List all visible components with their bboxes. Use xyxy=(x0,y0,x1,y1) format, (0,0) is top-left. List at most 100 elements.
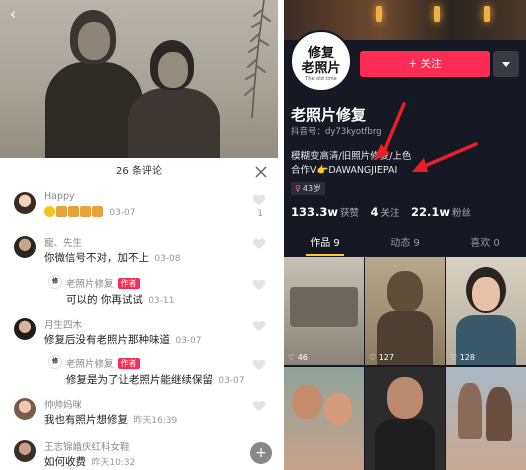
age-label: 43岁 xyxy=(302,184,322,193)
comment-body: 修复后没有老照片那种味道 xyxy=(44,334,170,346)
video-thumbnail[interactable] xyxy=(365,367,445,470)
avatar[interactable] xyxy=(14,398,36,420)
avatar[interactable] xyxy=(14,440,36,462)
reply-item: 修 老照片修复 作者 可以的 你再试试 03-11 xyxy=(0,274,278,308)
logo-text-line2: 老照片 xyxy=(301,61,341,76)
heart-icon[interactable] xyxy=(252,358,266,371)
video-thumbnail[interactable]: ♡ 127 xyxy=(365,257,445,365)
more-options-button[interactable] xyxy=(493,51,519,77)
photo-man-face xyxy=(78,22,110,60)
comment-time: 03-07 xyxy=(175,336,202,346)
comment-time: 03-07 xyxy=(109,208,136,218)
close-icon[interactable] xyxy=(254,165,268,179)
commenter-name[interactable]: 王志锦婚庆红科女鞋 xyxy=(44,439,130,453)
thumbnail-like-count: 46 xyxy=(297,353,308,362)
bio-line-2: 合作V👉DAWANGJIEPAI xyxy=(291,165,398,176)
comment-text: 修复是为了让老照片能继续保留 03-07 xyxy=(66,372,245,387)
thumbnail-content xyxy=(324,393,352,425)
comment-text: 修复后没有老照片那种味道 03-07 xyxy=(44,332,202,347)
comment-time: 03-08 xyxy=(154,254,181,264)
comment-time: 03-11 xyxy=(148,296,175,306)
video-thumbnail[interactable] xyxy=(446,367,526,470)
thumbnail-content xyxy=(472,277,500,311)
likes-label: 获赞 xyxy=(340,208,360,219)
photo-woman-face xyxy=(158,52,188,88)
commenter-name[interactable]: 寵、先生 xyxy=(44,235,82,249)
commenter-name[interactable]: Happy xyxy=(44,191,75,202)
profile-bio: 模糊变高清/旧照片修复/上色 合作V👉DAWANGJIEPAI xyxy=(291,150,411,178)
tab-works[interactable]: 作品 9 xyxy=(285,234,365,254)
commenter-name[interactable]: 帅帅妈咪 xyxy=(44,397,82,411)
avatar[interactable] xyxy=(14,236,36,258)
thumbnail-likes: ♡ 128 xyxy=(450,353,475,362)
zoom-in-icon[interactable]: + xyxy=(250,442,272,464)
heart-icon[interactable] xyxy=(252,399,266,412)
comments-count-title: 26 条评论 xyxy=(0,158,278,186)
comment-item: 帅帅妈咪 我也有照片想修复 昨天16:39 xyxy=(0,396,278,430)
comments-panel: ‹ 26 条评论 Happy 03-07 1 寵、先生 你微信号不对，加不上 0… xyxy=(0,0,278,470)
author-badge: 作者 xyxy=(117,278,140,289)
tab-activity[interactable]: 动态 9 xyxy=(365,234,445,254)
comment-item: 寵、先生 你微信号不对，加不上 03-08 xyxy=(0,234,278,268)
smile-emoji-icon xyxy=(44,206,55,217)
comments-count-label: 26 条评论 xyxy=(116,166,162,177)
reply-item: 修 老照片修复 作者 修复是为了让老照片能继续保留 03-07 xyxy=(0,354,278,388)
comment-text: 03-07 xyxy=(44,206,136,218)
avatar[interactable]: 修 xyxy=(48,355,62,369)
reply-author-name[interactable]: 老照片修复 xyxy=(66,279,114,290)
avatar[interactable] xyxy=(14,318,36,340)
follow-button[interactable]: + 关注 xyxy=(360,51,490,77)
profile-stats: 133.3w 获赞 4 关注 22.1w 粉丝 xyxy=(291,205,479,219)
fans-count[interactable]: 22.1w xyxy=(411,205,450,219)
video-thumbnail[interactable]: ♡ 128 xyxy=(446,257,526,365)
comment-text: 如何收费 昨天10:32 xyxy=(44,454,135,469)
heart-icon[interactable] xyxy=(252,193,266,206)
fans-label: 粉丝 xyxy=(452,208,472,219)
thumbnail-like-count: 128 xyxy=(459,353,475,362)
reply-author[interactable]: 老照片修复 作者 xyxy=(66,356,140,370)
thumbs-up-emoji-icon xyxy=(68,206,79,217)
logo-text-line3: The old time xyxy=(305,76,337,82)
comment-body: 你微信号不对，加不上 xyxy=(44,252,149,264)
gender-age-tag: ♀ 43岁 xyxy=(291,182,326,195)
profile-panel: 修复 老照片 The old time + 关注 老照片修复 抖音号：dy73k… xyxy=(284,0,526,470)
heart-icon[interactable] xyxy=(252,319,266,332)
following-count[interactable]: 4 xyxy=(371,205,379,219)
thumbs-up-emoji-icon xyxy=(56,206,67,217)
heart-icon[interactable] xyxy=(252,237,266,250)
video-thumbnail[interactable] xyxy=(284,367,364,470)
avatar[interactable]: 修 xyxy=(48,275,62,289)
profile-avatar-logo[interactable]: 修复 老照片 The old time xyxy=(290,30,352,92)
thumbnail-like-count: 127 xyxy=(378,353,394,362)
tab-likes[interactable]: 喜欢 0 xyxy=(445,234,525,254)
reply-author[interactable]: 老照片修复 作者 xyxy=(66,276,140,290)
back-arrow-icon[interactable]: ‹ xyxy=(10,6,26,22)
thumbs-up-emoji-icon xyxy=(80,206,91,217)
active-tab-indicator xyxy=(306,254,344,256)
thumbnail-likes: ♡ 127 xyxy=(369,353,394,362)
thumbnail-content xyxy=(375,419,435,470)
thumbnail-content xyxy=(387,377,423,419)
thumbnail-content xyxy=(486,387,512,441)
comment-text: 你微信号不对，加不上 03-08 xyxy=(44,250,181,265)
thumbnail-content xyxy=(387,271,423,313)
profile-tabs: 作品 9 动态 9 喜欢 0 xyxy=(284,234,526,256)
thumbs-up-emoji-icon xyxy=(92,206,103,217)
photo-woman-body xyxy=(128,88,220,158)
heart-icon[interactable] xyxy=(252,278,266,291)
reply-author-name[interactable]: 老照片修复 xyxy=(66,359,114,370)
female-icon: ♀ xyxy=(295,184,301,193)
comment-time: 昨天16:39 xyxy=(133,416,178,426)
comment-body: 修复是为了让老照片能继续保留 xyxy=(66,374,213,386)
avatar[interactable] xyxy=(14,192,36,214)
likes-count[interactable]: 133.3w xyxy=(291,205,338,219)
bio-line-1: 模糊变高清/旧照片修复/上色 xyxy=(291,151,412,162)
thumbnail-content xyxy=(292,385,322,419)
thumbnail-content xyxy=(290,287,358,327)
following-label: 关注 xyxy=(380,208,400,219)
lamp-decoration xyxy=(484,6,490,22)
comment-body: 如何收费 xyxy=(44,456,86,468)
commenter-name[interactable]: 月生四木 xyxy=(44,317,82,331)
video-thumbnail[interactable]: ♡ 46 xyxy=(284,257,364,365)
comment-time: 03-07 xyxy=(218,376,245,386)
